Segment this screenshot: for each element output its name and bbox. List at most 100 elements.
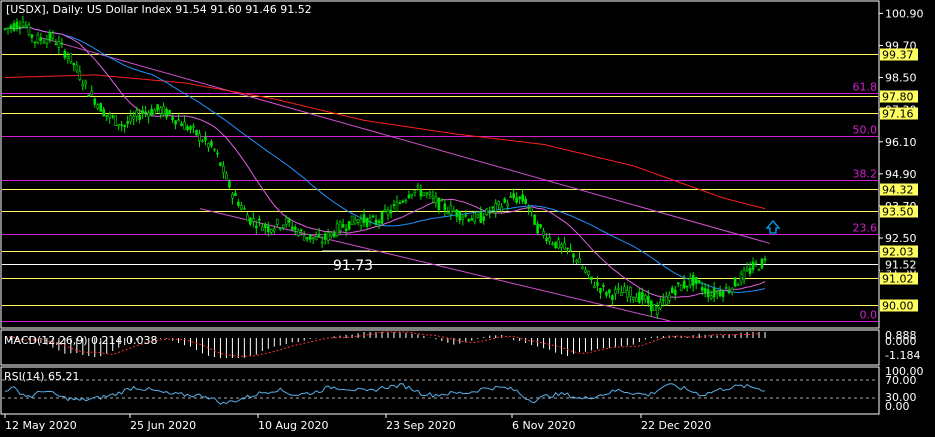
candle-body — [748, 268, 752, 274]
candle-body — [153, 109, 156, 115]
candle-body — [398, 202, 402, 205]
candle-body — [590, 276, 593, 280]
fib-label: 38.2 — [853, 168, 878, 181]
candle-body — [491, 206, 495, 209]
date-axis: 12 May 2020 25 Jun 2020 10 Aug 2020 23 Sep … — [4, 414, 711, 432]
candle-body — [75, 64, 79, 71]
candle-body — [470, 218, 474, 221]
candle-body — [174, 120, 177, 125]
candle-body — [380, 211, 384, 224]
rsi-tick-70: 70.00 — [885, 374, 917, 387]
candle-body — [51, 33, 55, 39]
candle-body — [754, 262, 758, 265]
candle-body — [225, 173, 228, 180]
candle-body — [560, 243, 563, 248]
candle-body — [18, 26, 22, 29]
candle-body — [464, 214, 468, 217]
candle-body — [712, 288, 716, 298]
candle-body — [617, 287, 620, 290]
candle-body — [135, 110, 138, 117]
candle-body — [171, 116, 174, 121]
level-badge-label: 90.00 — [882, 300, 914, 313]
candle-body — [530, 208, 533, 212]
candle-body — [284, 217, 288, 225]
candle-body — [383, 209, 387, 212]
candle-body — [736, 284, 740, 286]
candle-body — [234, 192, 237, 196]
candle-body — [425, 192, 429, 195]
candle-body — [661, 299, 665, 301]
candle-body — [709, 295, 713, 299]
annotation-label: 91.73 — [333, 258, 373, 274]
candle-body — [287, 219, 291, 223]
candle-body — [102, 109, 106, 117]
candle-body — [377, 220, 381, 224]
candle-body — [290, 226, 294, 230]
candle-body — [338, 221, 342, 231]
candle-body — [42, 41, 46, 44]
candle-body — [198, 133, 201, 142]
candle-body — [413, 190, 417, 193]
candle-body — [688, 278, 692, 286]
candle-body — [353, 219, 357, 225]
candle-body — [222, 165, 225, 173]
candle-body — [21, 21, 25, 27]
candle-body — [566, 247, 569, 250]
candle-body — [138, 114, 141, 120]
candle-body — [168, 109, 171, 115]
candle-body — [542, 230, 545, 236]
candle-body — [243, 208, 246, 210]
candle-body — [506, 203, 509, 207]
candle-body — [267, 225, 270, 232]
candle-body — [78, 71, 82, 80]
candle-body — [745, 268, 749, 271]
candle-body — [407, 194, 411, 199]
candle-body — [96, 104, 100, 109]
candle-body — [108, 113, 112, 118]
candle-body — [446, 211, 450, 214]
candle-body — [314, 236, 318, 241]
candle-body — [66, 56, 70, 59]
candle-body — [593, 285, 596, 288]
candle-body — [614, 289, 617, 294]
candle-body — [299, 229, 303, 232]
candle-body — [57, 41, 61, 48]
candle-body — [482, 216, 486, 221]
candle-body — [341, 224, 345, 228]
candle-body — [33, 41, 37, 44]
candle-body — [269, 229, 273, 233]
candle-body — [386, 210, 390, 216]
candle-body — [739, 273, 743, 283]
candle-body — [512, 193, 515, 199]
candle-body — [626, 290, 629, 298]
chart-canvas: 61.8 50.0 38.2 23.6 0.0 91.73 [USDX], Daily:… — [0, 0, 924, 432]
date-tick-label: 10 Aug 2020 — [258, 419, 328, 432]
candle-body — [509, 196, 512, 198]
candle-body — [84, 80, 88, 84]
candle-body — [180, 123, 183, 127]
candle-body — [437, 197, 441, 210]
candle-body — [416, 185, 420, 188]
candle-body — [117, 124, 121, 127]
candle-body — [422, 192, 426, 196]
candle-body — [147, 112, 150, 118]
candle-body — [401, 200, 405, 203]
candle-body — [584, 269, 587, 273]
rsi-line — [4, 383, 766, 405]
candle-body — [30, 34, 34, 38]
candle-body — [551, 243, 554, 246]
candle-body — [611, 295, 614, 300]
candle-body — [183, 121, 186, 130]
candle-body — [527, 207, 530, 209]
candle-body — [204, 136, 207, 141]
candle-body — [605, 292, 608, 296]
candle-body — [581, 266, 584, 269]
candle-body — [563, 242, 566, 250]
candle-body — [231, 194, 234, 199]
candle-body — [365, 217, 369, 227]
candle-body — [15, 21, 19, 29]
candle-body — [81, 84, 85, 87]
level-badge-label: 91.02 — [882, 273, 914, 286]
candle-body — [93, 98, 97, 105]
candle-body — [371, 215, 375, 218]
